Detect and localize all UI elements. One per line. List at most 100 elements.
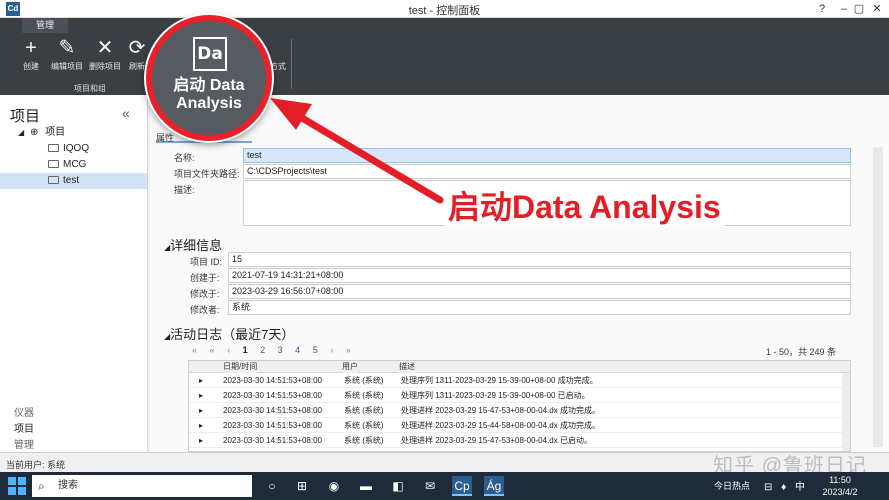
explorer-icon[interactable]: ▬ (356, 476, 376, 496)
ribbon: + 创建 ✎ 编辑项目 ✕ 删除项目 ⟳ 刷新 项目和组 式方式 (0, 33, 889, 95)
page-5[interactable]: 5 (313, 345, 318, 355)
cell-datetime: 2023-03-30 14:51:53+08:00 (223, 421, 322, 430)
table-row[interactable]: ▸ 2023-03-30 14:51:53+08:00 系统 (系统) 处理进样… (189, 433, 850, 448)
table-scrollbar[interactable] (842, 373, 850, 451)
tree-item-projects[interactable]: ◢ ⊕ 项目 (0, 125, 147, 141)
cell-user: 系统 (系统) (344, 436, 384, 445)
collapse-panel-icon[interactable]: « (122, 105, 130, 121)
column-description[interactable]: 描述 (399, 361, 415, 373)
data-analysis-icon: Da (193, 37, 227, 71)
tab-manage[interactable]: 管理 (22, 18, 68, 33)
modified-field: 2023-03-29 16:56:07+08:00 (228, 284, 851, 299)
activity-section-title[interactable]: ◢活动日志（最近7天） (164, 324, 294, 343)
nav-admin[interactable]: 管理 (14, 436, 34, 451)
edit-project-button[interactable]: ✎ 编辑项目 (48, 37, 86, 72)
created-label: 创建于: (190, 273, 220, 283)
name-field[interactable]: test (243, 148, 851, 163)
expand-row-icon[interactable]: ▸ (199, 373, 203, 388)
mail-icon[interactable]: ✉ (420, 476, 440, 496)
folder-path-field[interactable]: C:\CDSProjects\test (243, 164, 851, 179)
expand-row-icon[interactable]: ▸ (199, 433, 203, 448)
taskbar: ⌕ 搜索 ○ ⊞ ◉ ▬ ◧ ✉ Cp Ág 今日热点 ⊟ ♦ 中 11:50 … (0, 472, 889, 500)
store-icon[interactable]: ◧ (388, 476, 408, 496)
taskbar-search-input[interactable]: ⌕ 搜索 (32, 475, 252, 497)
system-tray[interactable]: ⊟ ♦ 中 (764, 478, 808, 493)
cell-datetime: 2023-03-30 14:51:53+08:00 (223, 376, 322, 385)
cell-description: 处理序列 1311-2023-03-29 15-39-00+08-00 已启动。 (401, 391, 590, 400)
task-view-icon[interactable]: ○ (262, 476, 282, 496)
nav-instruments[interactable]: 仪器 (14, 404, 34, 419)
refresh-button[interactable]: ⟳ 刷新 (126, 37, 148, 72)
nav-projects[interactable]: 项目 (14, 420, 34, 435)
tree-item-label: 项目 (45, 127, 66, 138)
table-row[interactable]: ▸ 2023-03-30 14:51:53+08:00 系统 (系统) 处理进样… (189, 403, 850, 418)
windows-start-icon[interactable] (8, 477, 26, 495)
expand-row-icon[interactable]: ▸ (199, 418, 203, 433)
cell-datetime: 2023-03-30 14:51:53+08:00 (223, 391, 322, 400)
first-page-icon[interactable]: « (192, 345, 197, 355)
edge-icon[interactable]: ◉ (324, 476, 344, 496)
tree-item-test[interactable]: test (0, 173, 147, 189)
expand-arrow-icon[interactable]: ◢ (18, 128, 24, 137)
table-row[interactable]: ▸ 2023-03-30 14:51:53+08:00 系统 (系统) 处理进样… (189, 418, 850, 433)
close-window-icon[interactable]: ✕ (867, 1, 887, 17)
data-analysis-app-icon[interactable]: Ág (484, 476, 504, 496)
tree-item-label: IQOQ (63, 143, 90, 154)
plus-icon: + (25, 37, 37, 59)
page-3[interactable]: 3 (278, 345, 283, 355)
create-button[interactable]: + 创建 (14, 37, 48, 72)
table-row[interactable]: ▸ 2023-03-30 14:51:53+08:00 系统 (系统) 处理序列… (189, 373, 850, 388)
cell-user: 系统 (系统) (344, 421, 384, 430)
current-user-status: 当前用户: 系统 (6, 460, 66, 470)
tree-item-iqoq[interactable]: IQOQ (0, 141, 147, 157)
ribbon-group-label: 项目和组 (74, 84, 106, 93)
cell-description: 处理进样 2023-03-29 15-44-58+08-00-04.dx 成功完… (401, 421, 600, 430)
modified-label: 修改于: (190, 289, 220, 299)
maximize-icon[interactable]: ▢ (849, 1, 869, 17)
window-title: test - 控制面板 (408, 5, 481, 17)
next-group-icon[interactable]: » (346, 345, 351, 355)
column-user[interactable]: 用户 (342, 361, 358, 373)
next-page-icon[interactable]: › (330, 345, 333, 355)
project-id-label: 项目 ID: (190, 257, 223, 267)
widgets-icon[interactable]: ⊞ (292, 476, 312, 496)
cell-user: 系统 (系统) (344, 406, 384, 415)
edit-project-label: 编辑项目 (51, 62, 83, 71)
page-2[interactable]: 2 (260, 345, 265, 355)
help-icon[interactable]: ? (812, 1, 832, 17)
expand-row-icon[interactable]: ▸ (199, 388, 203, 403)
launch-data-analysis-button[interactable]: Da 启动 Data Analysis (146, 15, 272, 141)
news-widget[interactable]: 今日热点 (714, 479, 750, 492)
search-placeholder: 搜索 (58, 480, 78, 491)
clock-date[interactable]: 2023/4/2 (814, 487, 866, 497)
refresh-icon: ⟳ (128, 37, 146, 59)
panel-title: 项目 (10, 108, 41, 125)
page-1[interactable]: 1 (243, 345, 248, 355)
table-row[interactable]: ▸ 2023-03-30 14:51:53+08:00 系统 (系统) 处理序列… (189, 388, 850, 403)
main-content: 属性 名称: test 项目文件夹路径: C:\CDSProjects\test… (150, 95, 889, 452)
cell-description: 处理进样 2023-03-29 15-47-53+08-00-04.dx 已启动… (401, 436, 592, 445)
main-scrollbar[interactable] (873, 147, 883, 447)
project-id-field: 15 (228, 252, 851, 267)
folder-icon (48, 144, 59, 153)
cell-user: 系统 (系统) (344, 391, 384, 400)
expand-row-icon[interactable]: ▸ (199, 403, 203, 418)
tree-item-mcg[interactable]: MCG (0, 157, 147, 173)
title-bar: Cd test - 控制面板 ? – ▢ ✕ (0, 0, 889, 18)
page-4[interactable]: 4 (295, 345, 300, 355)
cell-datetime: 2023-03-30 14:51:53+08:00 (223, 406, 322, 415)
column-datetime[interactable]: 日期/时间 (223, 361, 258, 373)
close-icon: ✕ (96, 37, 114, 59)
cds-app-icon[interactable]: Cp (452, 476, 472, 496)
cell-description: 处理序列 1311-2023-03-29 15-39-00+08-00 成功完成… (401, 376, 598, 385)
cell-description: 处理进样 2023-03-29 15-47-53+08-00-04.dx 成功完… (401, 406, 600, 415)
prev-group-icon[interactable]: « (210, 345, 215, 355)
left-panel: 项目 « ◢ ⊕ 项目 IQOQ MCG test 仪器 项目 管理 (0, 95, 148, 452)
description-label: 描述: (174, 185, 195, 195)
delete-project-button[interactable]: ✕ 删除项目 (86, 37, 124, 72)
clock-time[interactable]: 11:50 (822, 475, 858, 485)
prev-page-icon[interactable]: ‹ (227, 345, 230, 355)
folder-icon (48, 176, 59, 185)
details-section-title[interactable]: ◢详细信息 (164, 235, 222, 254)
ribbon-tabs: 管理 (0, 18, 889, 33)
